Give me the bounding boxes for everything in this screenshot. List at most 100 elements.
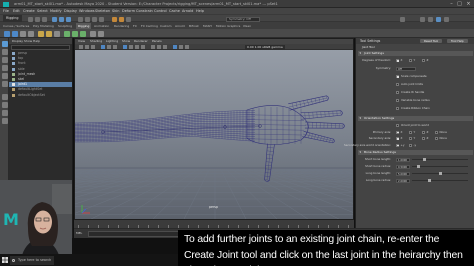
orientation-setting-row-option-radio[interactable] (409, 143, 412, 147)
xray-icon[interactable] (179, 45, 183, 49)
tool-settings-icon[interactable] (436, 16, 441, 22)
snap-curve-icon[interactable] (85, 16, 90, 22)
joint-setting-row-checkbox[interactable] (396, 91, 399, 94)
grid-toggle-icon[interactable] (101, 45, 105, 49)
orientation-setting-row-option-radio[interactable] (396, 137, 399, 140)
ambient-occlusion-icon[interactable] (157, 45, 161, 49)
paint-weights-icon[interactable] (54, 30, 60, 37)
film-gate-icon[interactable] (107, 45, 111, 49)
ik-handle-icon[interactable] (20, 30, 26, 37)
select-camera-icon[interactable] (79, 45, 83, 49)
new-scene-icon[interactable] (28, 16, 33, 22)
orientation-setting-row-option-radio[interactable] (409, 137, 412, 140)
select-component-icon[interactable] (66, 16, 71, 22)
modeling-toolkit-icon[interactable] (420, 16, 425, 22)
orientation-setting-row-option-radio[interactable] (396, 130, 399, 134)
cluster-icon[interactable] (90, 30, 96, 37)
bone-radius-row-slider-handle[interactable] (422, 158, 426, 161)
camera-attributes-icon[interactable] (85, 45, 89, 49)
taskbar-search-box[interactable]: Type here to search (10, 255, 54, 265)
shadows-icon[interactable] (151, 45, 155, 49)
windows-start-icon[interactable] (2, 257, 8, 263)
save-scene-icon[interactable] (42, 16, 47, 22)
lasso-tool-icon[interactable] (1, 49, 8, 55)
bone-radius-row-field[interactable]: 5.0000 (396, 171, 410, 176)
tool-help-button[interactable]: Tool Help (447, 38, 468, 44)
sign-in-icon[interactable] (400, 16, 405, 22)
orientation-setting-row-checkbox[interactable] (396, 124, 399, 127)
joint-setting-row-checkbox[interactable] (396, 107, 399, 110)
outliner-menu[interactable]: Display Show Help (9, 38, 72, 44)
joint-setting-row-checkbox[interactable] (396, 75, 399, 78)
section-joint-settings[interactable]: Joint Settings (358, 51, 473, 56)
outliner-item[interactable]: defaultObjectSet (9, 93, 72, 98)
reset-tool-button[interactable]: Reset Tool (420, 38, 443, 44)
unbind-skin-icon[interactable] (46, 30, 52, 37)
paint-select-tool-icon[interactable] (1, 57, 8, 63)
layout-single-icon[interactable] (1, 94, 8, 100)
layout-four-icon[interactable] (1, 102, 8, 108)
bone-radius-row-slider-handle[interactable] (417, 165, 421, 168)
color-management-readout[interactable]: 0.00 1.00 sRGB gamma (245, 44, 285, 50)
bone-radius-row-slider[interactable] (412, 158, 468, 161)
maximize-icon[interactable]: □ (456, 1, 463, 7)
ipr-render-icon[interactable] (119, 16, 124, 22)
joint-setting-row-dropdown[interactable]: Off (396, 66, 416, 71)
select-object-icon[interactable] (59, 16, 64, 22)
bone-radius-row-field[interactable]: 2.0000 (396, 178, 410, 183)
joint-setting-row-option-radio[interactable] (409, 59, 412, 62)
bone-radius-row-field[interactable]: 1.0000 (396, 157, 410, 162)
orientation-setting-row-option-radio[interactable] (422, 130, 425, 134)
joint-setting-row-checkbox[interactable] (396, 99, 399, 102)
bookmark-icon[interactable] (91, 45, 95, 49)
xray-joints-icon[interactable] (185, 45, 189, 49)
parent-constraint-icon[interactable] (80, 30, 86, 37)
bone-radius-row-slider-handle[interactable] (438, 172, 442, 175)
create-joint-icon[interactable] (4, 30, 10, 37)
joint-setting-row-option-radio[interactable] (422, 59, 425, 62)
textured-icon[interactable] (135, 45, 139, 49)
channel-box-icon[interactable] (444, 16, 449, 22)
lattice-icon[interactable] (98, 30, 104, 37)
bone-radius-row-slider[interactable] (412, 172, 468, 175)
orientation-setting-row-option-radio[interactable] (396, 143, 399, 147)
outliner-layout-icon[interactable] (1, 118, 8, 124)
lights-icon[interactable] (141, 45, 145, 49)
select-hierarchy-icon[interactable] (52, 16, 57, 22)
snap-grid-icon[interactable] (78, 16, 83, 22)
move-tool-icon[interactable] (1, 65, 8, 71)
wireframe-icon[interactable] (123, 45, 127, 49)
snap-surface-icon[interactable] (99, 16, 104, 22)
isolate-select-icon[interactable] (173, 45, 177, 49)
mel-label[interactable]: MEL (76, 231, 82, 235)
minimize-icon[interactable]: – (448, 1, 455, 7)
time-slider[interactable] (74, 220, 354, 228)
select-tool-icon[interactable] (1, 41, 8, 47)
bone-radius-row-slider-handle[interactable] (427, 179, 431, 182)
bone-radius-row-field[interactable]: 0.5000 (396, 164, 410, 169)
bind-skin-icon[interactable] (38, 30, 44, 37)
resolution-gate-icon[interactable] (113, 45, 117, 49)
bone-radius-row-slider[interactable] (412, 165, 468, 168)
orientation-setting-row-option-radio[interactable] (409, 130, 412, 134)
smooth-shade-icon[interactable] (129, 45, 133, 49)
orientation-setting-row-option-radio[interactable] (422, 137, 425, 140)
open-scene-icon[interactable] (35, 16, 40, 22)
joint-setting-row-option-radio[interactable] (396, 59, 399, 62)
layout-two-icon[interactable] (1, 110, 8, 116)
rotate-tool-icon[interactable] (1, 73, 8, 79)
section-orientation-settings[interactable]: Orientation Settings (358, 116, 473, 121)
orientation-setting-row-option-radio[interactable] (435, 130, 438, 134)
ik-spline-icon[interactable] (28, 30, 34, 37)
snap-point-icon[interactable] (92, 16, 97, 22)
antialiasing-icon[interactable] (163, 45, 167, 49)
outliner-search-field[interactable] (11, 45, 70, 50)
joint-setting-row-checkbox[interactable] (396, 83, 399, 86)
orientation-setting-row-option-radio[interactable] (435, 137, 438, 140)
scale-tool-icon[interactable] (1, 81, 8, 87)
insert-joint-icon[interactable] (12, 30, 18, 37)
render-settings-icon[interactable] (126, 16, 131, 22)
section-bone-radius-settings[interactable]: Bone Radius Settings (358, 150, 473, 155)
attribute-editor-icon[interactable] (428, 16, 433, 22)
perspective-viewport[interactable]: View Shading Lighting Show Renderer Pane… (74, 38, 354, 220)
